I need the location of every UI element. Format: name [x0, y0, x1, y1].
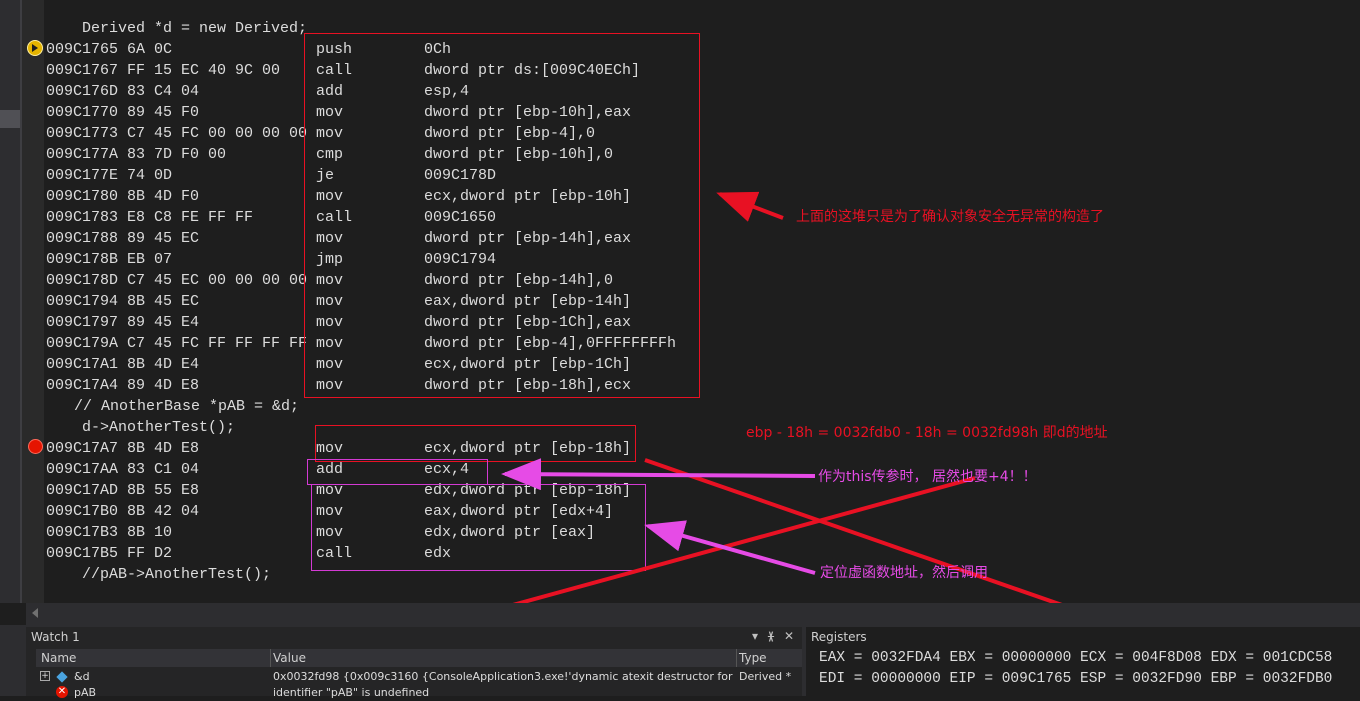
- arrow-to-add-instruction: [501, 458, 816, 491]
- watch-row-name: &d: [74, 670, 90, 683]
- dropdown-icon[interactable]: ▾: [752, 629, 758, 643]
- registers-title: Registers: [811, 630, 867, 644]
- vcall-note: 定位虚函数地址，然后调用: [820, 565, 988, 581]
- ebp-address-note: ebp - 18h = 0032fdb0 - 18h = 0032fd98h 即…: [746, 425, 1108, 441]
- pin-icon[interactable]: ᚕ: [768, 629, 774, 643]
- watch-row-value: 0x0032fd98 {0x009c3160 {ConsoleApplicati…: [273, 670, 735, 683]
- watch-window[interactable]: Watch 1 ▾ ᚕ ✕ Name Value Type + &d 0x003…: [26, 627, 802, 699]
- cube-icon: [56, 671, 68, 683]
- this-offset-note: 作为this传参时， 居然也要+4！！: [818, 469, 1037, 485]
- watch-row-value: identifier "pAB" is undefined: [273, 686, 430, 699]
- error-icon: ✕: [56, 686, 68, 698]
- annotation-arrows: [316, 191, 1299, 690]
- watch-row[interactable]: ✕ pAB identifier "pAB" is undefined: [36, 685, 802, 701]
- watch-col-type[interactable]: Type: [739, 651, 767, 665]
- registers-window[interactable]: Registers EAX = 0032FDA4 EBX = 00000000 …: [806, 627, 1360, 696]
- arrow-to-construction-box: [716, 191, 784, 222]
- watch-row[interactable]: + &d 0x0032fd98 {0x009c3160 {ConsoleAppl…: [36, 669, 802, 685]
- scroll-left-icon[interactable]: [32, 608, 38, 618]
- horizontal-scrollbar[interactable]: [26, 603, 1360, 625]
- registers-line-2: EDI = 00000000 EIP = 009C1765 ESP = 0032…: [819, 671, 1333, 687]
- arrow-to-vcall-box: [644, 520, 816, 575]
- watch-title: Watch 1: [31, 630, 80, 644]
- watch-row-type: Derived *: [739, 670, 792, 683]
- expand-icon[interactable]: +: [40, 671, 50, 681]
- watch-col-value[interactable]: Value: [273, 651, 306, 665]
- registers-line-1: EAX = 0032FDA4 EBX = 00000000 ECX = 004F…: [819, 650, 1333, 666]
- construction-note: 上面的这堆只是为了确认对象安全无异常的构造了: [796, 209, 1104, 225]
- watch-header: Name Value Type: [36, 649, 802, 667]
- watch-col-name[interactable]: Name: [41, 651, 76, 665]
- watch-row-name: pAB: [74, 686, 97, 699]
- close-icon[interactable]: ✕: [784, 629, 794, 643]
